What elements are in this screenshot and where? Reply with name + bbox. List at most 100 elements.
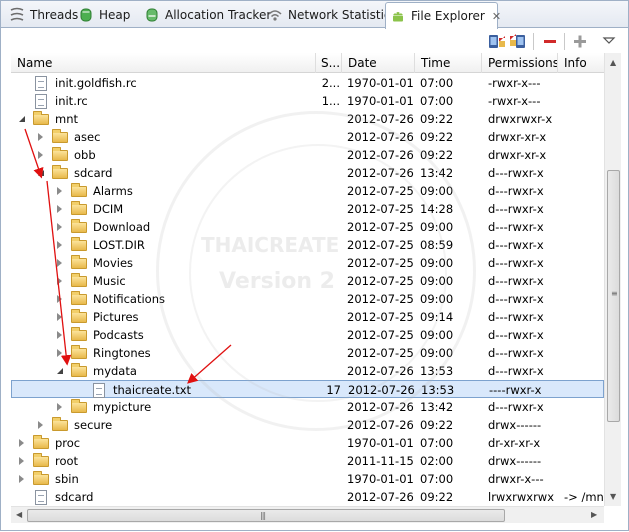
expand-toggle-closed-icon[interactable] xyxy=(19,475,24,483)
file-info xyxy=(564,128,604,146)
table-row[interactable]: Pictures 2012-07-25 09:14 d---rwxr-x xyxy=(11,308,604,326)
table-row[interactable]: mnt 2012-07-26 09:22 drwxrwxr-x xyxy=(11,110,604,128)
file-info xyxy=(564,254,604,272)
file-time: 09:22 xyxy=(420,130,454,144)
table-row[interactable]: Movies 2012-07-25 09:00 d---rwxr-x xyxy=(11,254,604,272)
file-time: 13:53 xyxy=(420,364,454,378)
table-row[interactable]: Music 2012-07-25 09:00 d---rwxr-x xyxy=(11,272,604,290)
file-size: 17 xyxy=(326,383,341,397)
table-row[interactable]: thaicreate.txt 17 2012-07-26 13:53 ----rwxr-… xyxy=(11,380,604,398)
table-row[interactable]: mypicture 2012-07-26 13:42 d---rwxr-x xyxy=(11,398,604,416)
delete-icon[interactable] xyxy=(541,32,559,50)
expand-toggle-open-icon[interactable] xyxy=(19,116,25,122)
expand-toggle-closed-icon[interactable] xyxy=(57,313,62,321)
horizontal-scrollbar[interactable]: ◀ ||| ▶ xyxy=(11,506,604,523)
tab-heap[interactable]: Heap xyxy=(74,3,130,27)
table-row[interactable]: asec 2012-07-26 09:22 drwxr-xr-x xyxy=(11,128,604,146)
vertical-scroll-thumb[interactable]: ≡ xyxy=(607,170,620,422)
table-row[interactable]: mydata 2012-07-26 13:53 d---rwxr-x xyxy=(11,362,604,380)
table-row[interactable]: Podcasts 2012-07-25 09:00 d---rwxr-x xyxy=(11,326,604,344)
table-row[interactable]: sbin 1970-01-01 07:00 drwxr-x--- xyxy=(11,470,604,488)
expand-toggle-closed-icon[interactable] xyxy=(38,421,43,429)
file-name: Music xyxy=(93,274,126,288)
new-folder-icon[interactable] xyxy=(571,32,589,50)
expand-toggle-closed-icon[interactable] xyxy=(19,439,24,447)
expand-toggle-closed-icon[interactable] xyxy=(57,403,62,411)
file-info xyxy=(564,308,604,326)
expand-toggle-closed-icon[interactable] xyxy=(57,259,62,267)
table-row[interactable]: root 2011-11-15 02:00 drwx------ xyxy=(11,452,604,470)
file-name: sdcard xyxy=(55,490,94,504)
table-row[interactable]: secure 2012-07-26 09:22 drwx------ xyxy=(11,416,604,434)
expand-toggle-closed-icon[interactable] xyxy=(57,187,62,195)
folder-icon xyxy=(71,273,87,287)
table-row[interactable]: proc 1970-01-01 07:00 dr-xr-xr-x xyxy=(11,434,604,452)
file-name: Podcasts xyxy=(93,328,144,342)
column-header-time[interactable]: Time xyxy=(415,53,482,73)
table-row[interactable]: DCIM 2012-07-25 14:28 d---rwxr-x xyxy=(11,200,604,218)
expand-toggle-closed-icon[interactable] xyxy=(57,223,62,231)
horizontal-scroll-thumb[interactable]: ||| xyxy=(27,509,505,522)
expand-toggle-closed-icon[interactable] xyxy=(19,457,24,465)
file-info xyxy=(564,182,604,200)
view-menu-chevron-icon[interactable] xyxy=(600,32,618,50)
push-file-onto-device-icon[interactable] xyxy=(509,32,527,50)
vertical-scrollbar[interactable]: ▲ ≡ ▼ xyxy=(604,53,621,506)
file-time: 09:22 xyxy=(420,490,454,504)
table-row[interactable]: Alarms 2012-07-25 09:00 d---rwxr-x xyxy=(11,182,604,200)
column-header-info[interactable]: Info xyxy=(558,53,604,73)
file-info xyxy=(564,434,604,452)
file-size xyxy=(316,218,340,236)
table-row[interactable]: sdcard 2012-07-26 13:42 d---rwxr-x xyxy=(11,164,604,182)
table-row[interactable]: Ringtones 2012-07-25 09:00 d---rwxr-x xyxy=(11,344,604,362)
expand-toggle-closed-icon[interactable] xyxy=(57,331,62,339)
folder-icon xyxy=(71,345,87,359)
expand-toggle-open-icon[interactable] xyxy=(57,368,63,374)
scroll-up-icon[interactable]: ▲ xyxy=(610,59,616,67)
tab-label: Threads xyxy=(30,8,79,22)
table-row[interactable]: init.rc 1... 1970-01-01 07:00 -rwxr-x--- xyxy=(11,92,604,110)
file-date: 2012-07-25 xyxy=(347,292,414,306)
scroll-right-icon[interactable]: ▶ xyxy=(591,511,597,519)
expand-toggle-closed-icon[interactable] xyxy=(57,205,62,213)
allocation-tracker-icon xyxy=(144,7,160,23)
scroll-left-icon[interactable]: ◀ xyxy=(16,511,22,519)
file-size xyxy=(316,128,340,146)
expand-toggle-closed-icon[interactable] xyxy=(38,151,43,159)
tab-network-statistics[interactable]: Network Statistics xyxy=(263,3,397,27)
tab-threads[interactable]: Threads xyxy=(5,3,78,27)
tab-file-explorer[interactable]: File Explorer ✕ xyxy=(385,2,501,29)
file-permissions: -rwxr-x--- xyxy=(488,76,541,90)
scroll-down-icon[interactable]: ▼ xyxy=(610,493,616,501)
table-row[interactable]: init.goldfish.rc 2... 1970-01-01 07:00 -rwxr… xyxy=(11,74,604,92)
expand-toggle-closed-icon[interactable] xyxy=(57,295,62,303)
table-row[interactable]: Notifications 2012-07-25 09:00 d---rwxr-x xyxy=(11,290,604,308)
expand-toggle-open-icon[interactable] xyxy=(38,170,44,176)
column-header-permissions[interactable]: Permissions xyxy=(482,53,558,73)
file-permissions: d---rwxr-x xyxy=(488,238,544,252)
expand-toggle-closed-icon[interactable] xyxy=(38,133,43,141)
table-row[interactable]: sdcard 2012-07-26 09:22 lrwxrwxrwx -> /mn xyxy=(11,488,604,506)
column-header-name[interactable]: Name xyxy=(11,53,316,73)
tab-label: Heap xyxy=(99,8,131,22)
close-tab-icon[interactable]: ✕ xyxy=(492,10,501,23)
file-time: 09:14 xyxy=(420,310,454,324)
table-row[interactable]: Download 2012-07-25 09:00 d---rwxr-x xyxy=(11,218,604,236)
file-size xyxy=(316,326,340,344)
file-info xyxy=(564,146,604,164)
file-size xyxy=(316,110,340,128)
file-permissions: d---rwxr-x xyxy=(488,184,544,198)
file-info xyxy=(564,416,604,434)
table-row[interactable]: obb 2012-07-26 09:22 drwxr-xr-x xyxy=(11,146,604,164)
expand-toggle-closed-icon[interactable] xyxy=(57,241,62,249)
file-permissions: d---rwxr-x xyxy=(488,220,544,234)
expand-toggle-closed-icon[interactable] xyxy=(57,277,62,285)
expand-toggle-closed-icon[interactable] xyxy=(57,349,62,357)
pull-file-from-device-icon[interactable] xyxy=(488,32,506,50)
table-row[interactable]: LOST.DIR 2012-07-25 08:59 d---rwxr-x xyxy=(11,236,604,254)
tab-allocation-tracker[interactable]: Allocation Tracker xyxy=(140,3,271,27)
column-header-size[interactable]: S... xyxy=(316,53,342,73)
file-info xyxy=(564,110,604,128)
folder-icon xyxy=(33,435,49,449)
column-header-date[interactable]: Date xyxy=(342,53,415,73)
